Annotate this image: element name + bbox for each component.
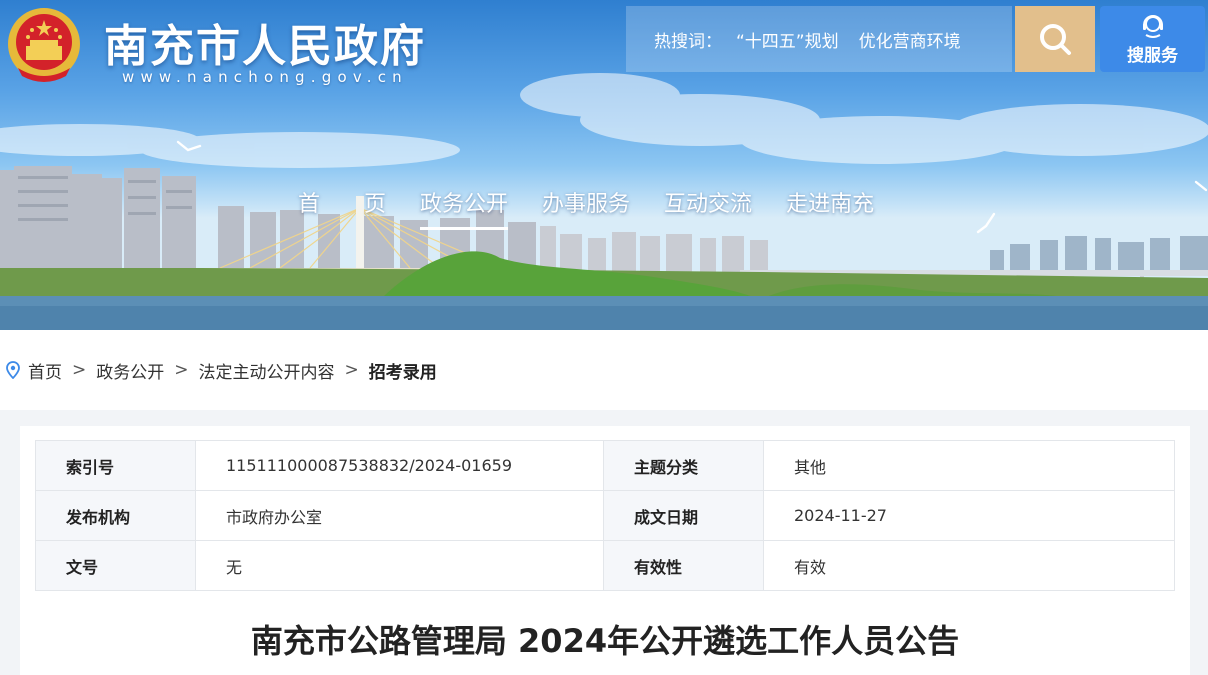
hot-search-link-plan[interactable]: “十四五”规划: [736, 27, 839, 52]
meta-value-index: 115111000087538832/2024-01659: [195, 440, 604, 491]
search-icon: [1040, 24, 1071, 55]
hot-search-bar: 热搜词： “十四五”规划 优化营商环境: [626, 6, 1012, 72]
breadcrumb-separator: >: [174, 360, 189, 380]
article-title: 南充市公路管理局 2024年公开遴选工作人员公告: [250, 622, 960, 660]
breadcrumb-current: 招考录用: [368, 362, 437, 383]
breadcrumb-home[interactable]: 首页: [28, 358, 62, 383]
hot-search-link-business[interactable]: 优化营商环境: [859, 27, 961, 52]
main-nav: 首页 政务公开 办事服务 互动交流 走进南充: [298, 186, 908, 230]
meta-key-date: 成文日期: [603, 490, 764, 541]
national-emblem-logo: [8, 8, 80, 82]
nav-item-home[interactable]: 首页: [298, 186, 430, 230]
table-row: 文号 无 有效性 有效: [35, 540, 1175, 591]
search-service-button[interactable]: 搜服务: [1100, 6, 1205, 72]
breadcrumb-gov-affairs[interactable]: 政务公开: [96, 358, 164, 383]
service-headset-icon: [1142, 14, 1163, 38]
breadcrumb-statutory-disclosure[interactable]: 法定主动公开内容: [199, 358, 335, 383]
meta-key-validity: 有效性: [603, 540, 764, 591]
breadcrumb: 首页 > 政务公开 > 法定主动公开内容 > 招考录用: [0, 330, 1208, 410]
meta-value-date: 2024-11-27: [763, 490, 1175, 541]
meta-key-doc-number: 文号: [35, 540, 196, 591]
nav-item-services[interactable]: 办事服务: [542, 186, 630, 230]
table-row: 发布机构 市政府办公室 成文日期 2024-11-27: [35, 490, 1175, 541]
meta-key-topic: 主题分类: [603, 440, 764, 491]
nav-item-interaction[interactable]: 互动交流: [664, 186, 752, 230]
location-pin-icon: [6, 361, 20, 379]
search-service-label: 搜服务: [1127, 45, 1178, 66]
meta-value-validity: 有效: [763, 540, 1175, 591]
site-title: 南充市人民政府: [104, 21, 426, 72]
breadcrumb-separator: >: [344, 360, 359, 380]
nav-item-gov-affairs[interactable]: 政务公开: [420, 186, 509, 230]
hot-search-label: 热搜词：: [654, 31, 722, 52]
search-button[interactable]: [1015, 6, 1095, 72]
nav-item-about-nanchong[interactable]: 走进南充: [786, 186, 874, 230]
header-banner: 南充市人民政府 www.nanchong.gov.cn 热搜词： “十四五”规划…: [0, 0, 1208, 330]
table-row: 索引号 115111000087538832/2024-01659 主题分类 其…: [35, 440, 1175, 491]
meta-key-index: 索引号: [35, 440, 196, 491]
breadcrumb-separator: >: [72, 360, 87, 380]
article-card: 索引号 115111000087538832/2024-01659 主题分类 其…: [20, 426, 1190, 675]
site-url: www.nanchong.gov.cn: [122, 68, 408, 86]
meta-value-publisher: 市政府办公室: [195, 490, 604, 541]
meta-value-topic: 其他: [763, 440, 1175, 491]
document-meta-table: 索引号 115111000087538832/2024-01659 主题分类 其…: [35, 440, 1175, 591]
meta-value-doc-number: 无: [195, 540, 604, 591]
meta-key-publisher: 发布机构: [35, 490, 196, 541]
